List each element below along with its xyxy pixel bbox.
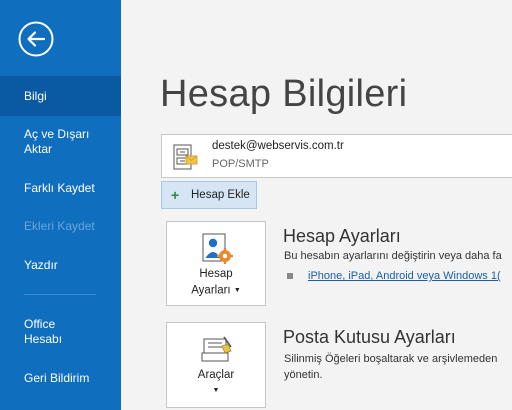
mailbox-settings-description: Silinmiş Öğeleri boşaltarak ve arşivleme… <box>284 353 498 365</box>
sidebar-item-save-attachments: Ekleri Kaydet <box>0 219 121 234</box>
sidebar-item-label: Ekleri Kaydet <box>24 219 95 233</box>
backstage-sidebar: Bilgi Aç ve Dışarı Aktar Farklı Kaydet E… <box>0 0 121 410</box>
sidebar-item-bilgi[interactable]: Bilgi <box>0 76 121 116</box>
mailbox-settings-title: Posta Kutusu Ayarları <box>283 327 456 347</box>
account-settings-tile-label: Ayarları ▼ <box>167 283 265 299</box>
chevron-down-icon: ▼ <box>233 287 241 294</box>
sidebar-item-label: Office <box>24 317 56 331</box>
sidebar-item-label: Aç ve Dışarı <box>24 127 90 141</box>
tools-tile-label: Araçlar <box>197 369 235 381</box>
sidebar-divider <box>24 294 96 295</box>
mailbox-cleanup-icon <box>201 336 232 362</box>
page-title: Hesap Bilgileri <box>160 73 408 115</box>
account-type: POP/SMTP <box>212 158 269 170</box>
account-email: destek@webservis.com.tr <box>212 140 344 152</box>
account-settings-title: Hesap Ayarları <box>283 226 401 246</box>
account-settings-icon <box>202 233 233 264</box>
sidebar-item-label: Hesabı <box>24 332 63 346</box>
sidebar-item-label: Yazdır <box>24 258 58 272</box>
sidebar-item-label: Farklı Kaydet <box>24 181 95 195</box>
mailbox-settings-description-2: yönetin. <box>284 369 323 381</box>
account-settings-tile-label-2: Ayarları <box>191 284 231 297</box>
add-account-label: Hesap Ekle <box>191 189 250 201</box>
tools-tile[interactable]: Araçlar ▼ <box>166 322 266 408</box>
back-arrow-icon[interactable] <box>18 21 54 57</box>
mailbox-account-icon <box>173 144 198 170</box>
sidebar-item-label: Aktar <box>24 142 53 156</box>
sidebar-item-label: Geri Bildirim <box>24 371 90 385</box>
account-settings-tile-label: Hesap <box>199 268 233 280</box>
sidebar-item-office-account[interactable]: Office Hesabı <box>0 317 121 347</box>
mobile-app-link[interactable]: iPhone, iPad, Android veya Windows 1( <box>308 270 501 282</box>
chevron-down-icon: ▼ <box>212 387 220 394</box>
sidebar-item-label: Bilgi <box>24 89 47 103</box>
sidebar-item-feedback[interactable]: Geri Bildirim <box>0 371 121 386</box>
account-settings-description: Bu hesabın ayarlarını değiştirin veya da… <box>284 250 502 262</box>
account-settings-tile[interactable]: Hesap Ayarları ▼ <box>166 221 266 306</box>
sidebar-item-open-export[interactable]: Aç ve Dışarı Aktar <box>0 127 121 157</box>
sidebar-item-save-as[interactable]: Farklı Kaydet <box>0 181 121 196</box>
sidebar-item-print[interactable]: Yazdır <box>0 258 121 273</box>
bullet-icon <box>287 273 293 279</box>
add-account-button[interactable]: + Hesap Ekle <box>161 181 257 209</box>
account-selector[interactable]: destek@webservis.com.tr POP/SMTP <box>161 134 512 178</box>
plus-icon: + <box>171 187 180 203</box>
